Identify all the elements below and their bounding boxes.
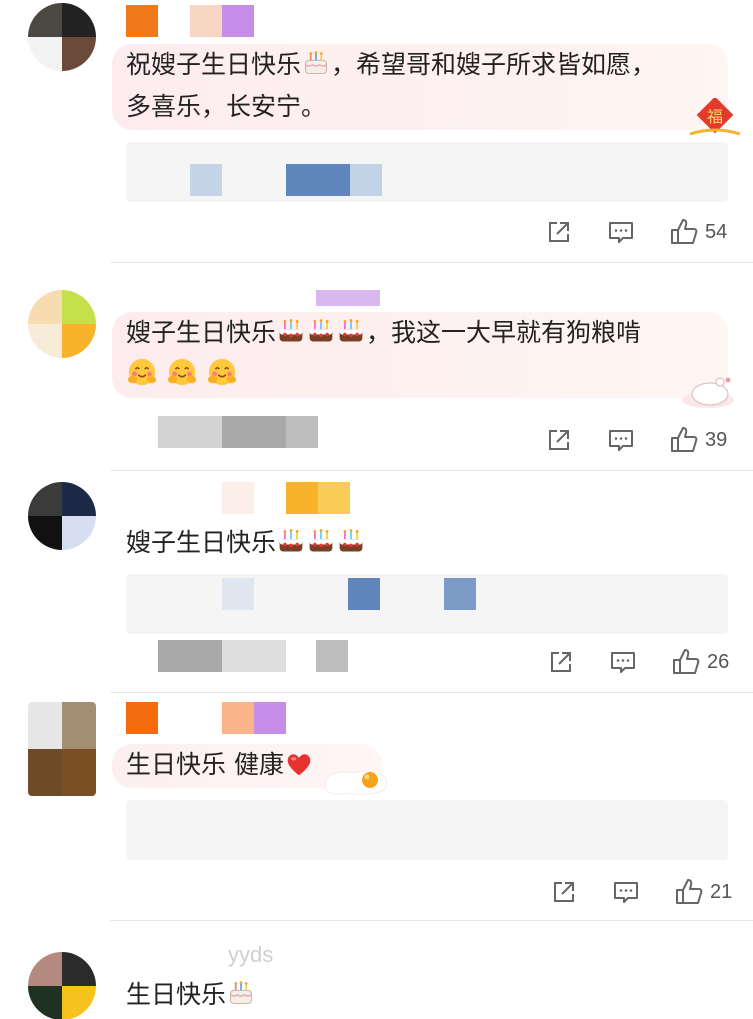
share-icon[interactable] (550, 878, 578, 906)
bunny-sticker-icon (682, 377, 734, 408)
hug-face-icon (207, 357, 237, 387)
comment-bubble: 生日快乐 (112, 974, 312, 1018)
comment-bubble: 嫂子生日快乐 (112, 522, 412, 566)
username-blurred[interactable] (126, 5, 254, 37)
like-count: 39 (705, 428, 728, 451)
cake-icon (337, 527, 365, 555)
cake-icon (277, 317, 305, 345)
cake-icon (307, 527, 335, 555)
cake-icon (302, 49, 330, 77)
fried-egg-sticker-icon (324, 770, 387, 795)
comment-actions: 26 (547, 644, 729, 680)
red-heart-icon (285, 751, 313, 777)
comment-actions: 39 (545, 422, 727, 458)
divider (110, 262, 753, 263)
like-icon[interactable] (669, 217, 699, 247)
comment-text: 嫂子生日快乐 (126, 528, 277, 557)
like-icon[interactable] (669, 425, 699, 455)
share-icon[interactable] (545, 218, 573, 246)
like-icon[interactable] (671, 647, 701, 677)
like-count: 26 (707, 650, 730, 673)
svg-text:福: 福 (707, 107, 723, 126)
share-icon[interactable] (547, 648, 575, 676)
username-blurred[interactable] (126, 702, 286, 734)
comment-bubble: 祝嫂子生日快乐 ，希望哥和嫂子所求皆如愿， 多喜乐，长安宁。 (112, 44, 728, 130)
comment-text: 嫂子生日快乐 (126, 318, 277, 347)
comment-icon[interactable] (612, 878, 640, 906)
comment-bubble: 嫂子生日快乐 ，我这一大早就有狗粮啃 (112, 312, 728, 398)
username-blurred[interactable] (222, 482, 350, 514)
share-icon[interactable] (545, 426, 573, 454)
avatar[interactable] (28, 702, 96, 796)
reply-preview[interactable] (126, 142, 728, 202)
username-faded[interactable]: yyds (228, 942, 273, 968)
reply-preview[interactable] (126, 574, 728, 634)
comment-icon[interactable] (607, 218, 635, 246)
comment-icon[interactable] (609, 648, 637, 676)
cake-icon (307, 317, 335, 345)
comment-icon[interactable] (607, 426, 635, 454)
hug-face-icon (127, 357, 157, 387)
comment-text: 生日快乐 (126, 980, 227, 1009)
comment-text-continued: ，我这一大早就有狗粮啃 (366, 318, 642, 347)
like-icon[interactable] (674, 877, 704, 907)
reply-preview-blurred[interactable] (158, 416, 318, 448)
like-count: 21 (710, 880, 733, 903)
divider (110, 920, 753, 921)
avatar[interactable] (28, 952, 96, 1019)
reply-preview-blurred[interactable] (158, 640, 348, 672)
avatar[interactable] (28, 290, 96, 358)
cake-icon (337, 317, 365, 345)
divider (110, 470, 753, 471)
reply-preview[interactable] (126, 800, 728, 860)
hug-face-icon (167, 357, 197, 387)
comment-actions: 21 (550, 874, 732, 910)
comment-actions: 54 (545, 214, 727, 250)
comment-text: 生日快乐 健康 (126, 750, 284, 779)
comment-text: 祝嫂子生日快乐 (126, 50, 302, 79)
fortune-badge-icon: 福 (689, 98, 741, 136)
like-count: 54 (705, 220, 728, 243)
cake-icon (227, 979, 255, 1007)
cake-icon (277, 527, 305, 555)
avatar[interactable] (28, 482, 96, 550)
divider (110, 692, 753, 693)
avatar[interactable] (28, 3, 96, 71)
